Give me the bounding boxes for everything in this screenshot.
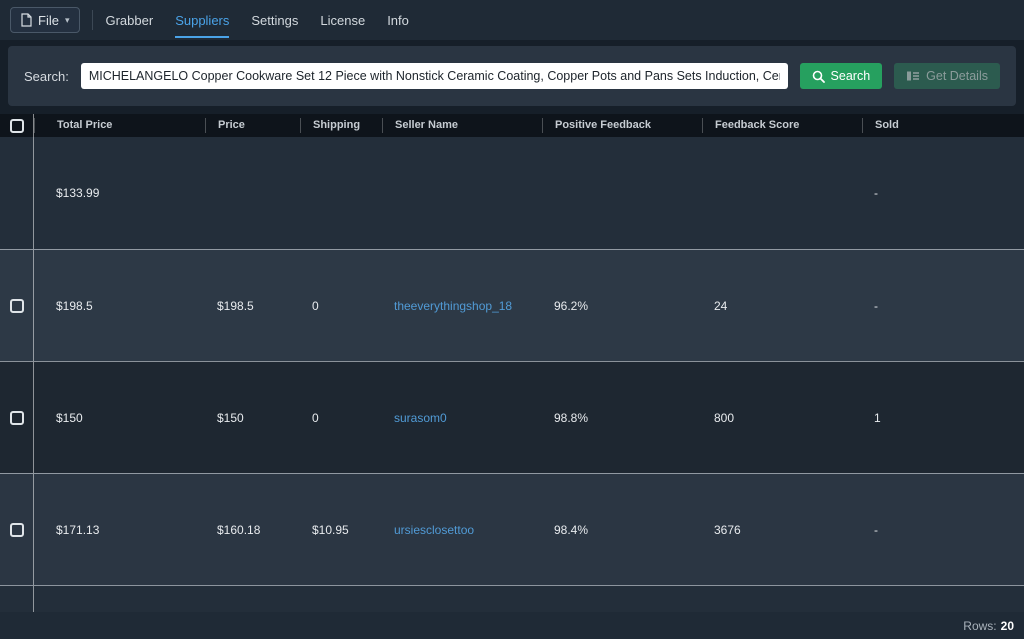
cell-feedback-score: 3676 — [702, 523, 862, 537]
tab-settings[interactable]: Settings — [251, 3, 298, 38]
cell-price: $198.5 — [205, 299, 300, 313]
details-table-icon — [906, 70, 920, 82]
chevron-down-icon: ▾ — [65, 15, 70, 26]
cell-sold: - — [862, 186, 1024, 200]
table-empty-space — [0, 585, 1024, 612]
cell-sold: - — [862, 523, 1024, 537]
file-icon — [21, 13, 32, 27]
table-header-row: Total Price Price Shipping Seller Name P… — [0, 114, 1024, 137]
seller-link[interactable]: surasom0 — [382, 411, 542, 425]
header-sold: Sold — [862, 118, 1024, 133]
cell-shipping: 0 — [300, 299, 382, 313]
rows-count: 20 — [1001, 619, 1014, 633]
cell-shipping: $10.95 — [300, 523, 382, 537]
cell-total-price: $133.99 — [34, 186, 205, 200]
cell-shipping: 0 — [300, 411, 382, 425]
header-feedback-score: Feedback Score — [702, 118, 862, 133]
menubar-divider — [92, 10, 93, 30]
table-row[interactable]: $150 $150 0 surasom0 98.8% 800 1 — [0, 361, 1024, 473]
row-checkbox[interactable] — [10, 299, 24, 313]
search-panel: Search: Search — [8, 46, 1016, 106]
header-positive-feedback: Positive Feedback — [542, 118, 702, 133]
cell-price: $150 — [205, 411, 300, 425]
seller-link[interactable]: theeverythingshop_18 — [382, 299, 542, 313]
search-button-label: Search — [831, 69, 871, 83]
row-checkbox-cell — [0, 250, 34, 361]
row-checkbox[interactable] — [10, 523, 24, 537]
cell-price: $160.18 — [205, 523, 300, 537]
cell-total-price: $171.13 — [34, 523, 205, 537]
tab-suppliers[interactable]: Suppliers — [175, 3, 229, 38]
status-bar: Rows: 20 — [0, 612, 1024, 639]
cell-positive-feedback: 98.8% — [542, 411, 702, 425]
cell-positive-feedback: 96.2% — [542, 299, 702, 313]
search-section: Search: Search — [0, 40, 1024, 114]
cell-sold: 1 — [862, 411, 1024, 425]
search-input[interactable] — [81, 63, 788, 89]
search-icon — [812, 70, 825, 83]
seller-link[interactable]: ursiesclosettoo — [382, 523, 542, 537]
row-checkbox-cell — [0, 137, 34, 249]
table-row[interactable]: $133.99 - — [0, 137, 1024, 249]
app-window: File ▾ Grabber Suppliers Settings Licens… — [0, 0, 1024, 639]
get-details-button-label: Get Details — [926, 69, 988, 83]
cell-feedback-score: 24 — [702, 299, 862, 313]
cell-total-price: $150 — [34, 411, 205, 425]
rows-label: Rows: — [963, 619, 996, 633]
search-button[interactable]: Search — [800, 63, 883, 89]
cell-positive-feedback: 98.4% — [542, 523, 702, 537]
table-row[interactable]: $198.5 $198.5 0 theeverythingshop_18 96.… — [0, 249, 1024, 361]
tab-license[interactable]: License — [320, 3, 365, 38]
tab-strip: Grabber Suppliers Settings License Info — [105, 3, 408, 38]
get-details-button[interactable]: Get Details — [894, 63, 1000, 89]
header-seller-name: Seller Name — [382, 118, 542, 133]
header-total-price: Total Price — [34, 118, 205, 133]
search-label: Search: — [24, 69, 69, 84]
header-shipping: Shipping — [300, 118, 382, 133]
row-checkbox[interactable] — [10, 411, 24, 425]
row-checkbox-cell — [0, 474, 34, 585]
header-price: Price — [205, 118, 300, 133]
select-all-checkbox[interactable] — [10, 119, 24, 133]
row-checkbox-cell — [0, 586, 34, 612]
file-menu-label: File — [38, 13, 59, 28]
cell-total-price: $198.5 — [34, 299, 205, 313]
tab-grabber[interactable]: Grabber — [105, 3, 153, 38]
cell-feedback-score: 800 — [702, 411, 862, 425]
tab-info[interactable]: Info — [387, 3, 409, 38]
table-row[interactable]: $171.13 $160.18 $10.95 ursiesclosettoo 9… — [0, 473, 1024, 585]
menubar: File ▾ Grabber Suppliers Settings Licens… — [0, 0, 1024, 40]
select-all-cell — [0, 114, 34, 137]
cell-sold: - — [862, 299, 1024, 313]
row-checkbox-cell — [0, 362, 34, 473]
results-table: Total Price Price Shipping Seller Name P… — [0, 114, 1024, 612]
file-menu-button[interactable]: File ▾ — [10, 7, 80, 33]
